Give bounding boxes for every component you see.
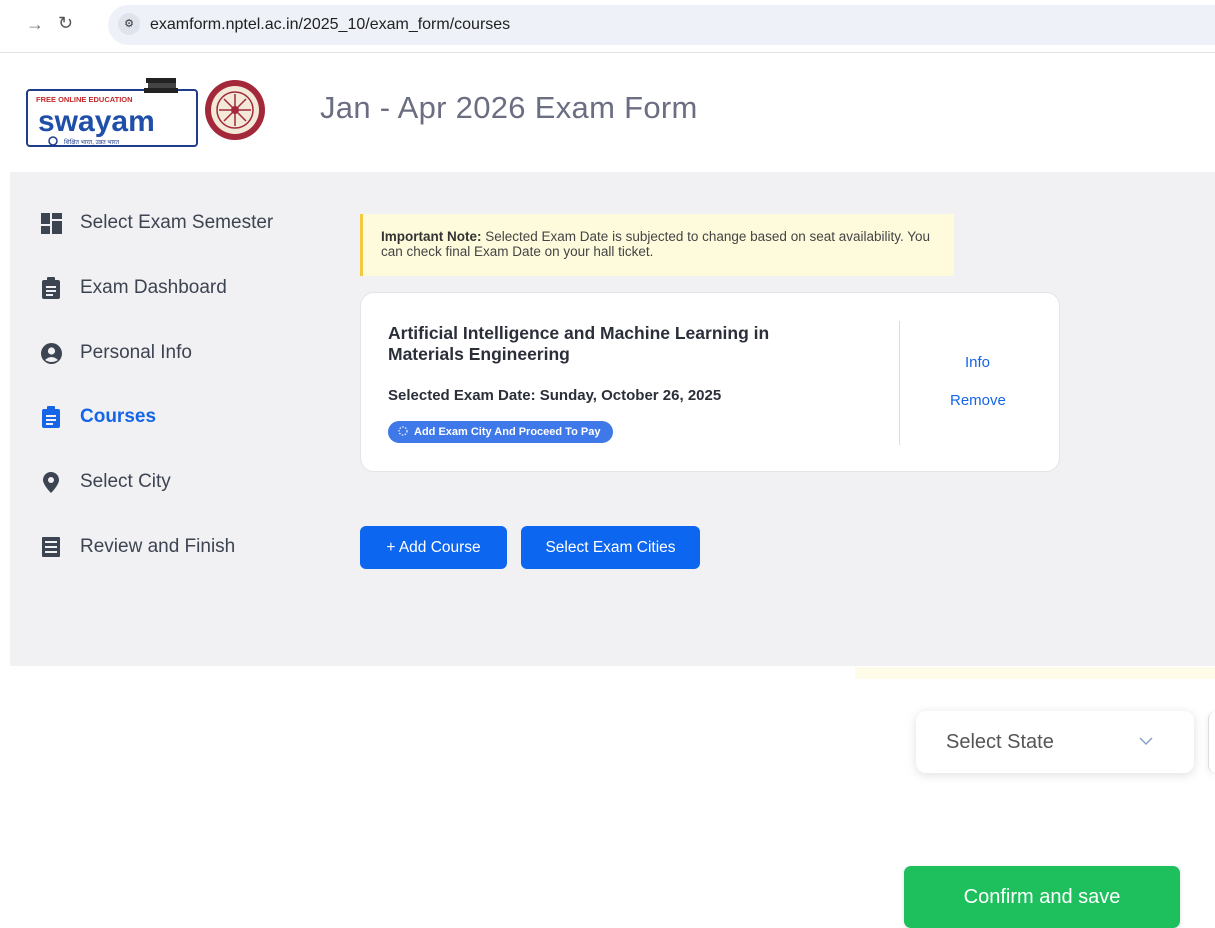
svg-text:शिक्षित भारत, उन्नत भारत: शिक्षित भारत, उन्नत भारत <box>64 138 120 146</box>
note-label: Important Note: <box>381 229 482 244</box>
sidebar-item-label: Select City <box>80 471 171 492</box>
state-select-placeholder: Select State <box>946 730 1054 753</box>
exam-date: Selected Exam Date: Sunday, October 26, … <box>388 387 722 404</box>
sidebar-item-select-exam-semester[interactable]: Select Exam Semester <box>40 212 273 234</box>
page-title: Jan - Apr 2026 Exam Form <box>320 90 698 125</box>
info-link[interactable]: Info <box>965 354 990 371</box>
remove-link[interactable]: Remove <box>950 392 1006 409</box>
sidebar-item-label: Select Exam Semester <box>80 212 274 233</box>
clipboard-icon <box>40 406 62 428</box>
emblem-logo <box>205 80 265 140</box>
sidebar-item-exam-dashboard[interactable]: Exam Dashboard <box>40 277 227 299</box>
sidebar-item-select-city[interactable]: Select City <box>40 471 171 493</box>
city-select-edge[interactable] <box>1208 711 1215 773</box>
confirm-and-save-button[interactable]: Confirm and save <box>904 866 1180 928</box>
course-card: Artificial Intelligence and Machine Lear… <box>360 292 1060 472</box>
sidebar-item-courses[interactable]: Courses <box>40 406 156 428</box>
important-note: Important Note: Selected Exam Date is su… <box>360 214 954 276</box>
sidebar-item-label: Exam Dashboard <box>80 277 227 298</box>
url-text[interactable]: examform.nptel.ac.in/2025_10/exam_form/c… <box>150 16 510 34</box>
site-info-icon[interactable]: ⚙ <box>118 13 140 35</box>
receipt-icon <box>40 536 62 558</box>
chevron-down-icon <box>1138 733 1154 751</box>
sidebar-item-label: Courses <box>80 406 157 427</box>
swayam-logo: FREE ONLINE EDUCATION swayam शिक्षित भार… <box>26 78 198 147</box>
svg-text:swayam: swayam <box>38 105 155 138</box>
sidebar-item-review-and-finish[interactable]: Review and Finish <box>40 536 235 558</box>
select-exam-cities-button[interactable]: Select Exam Cities <box>521 526 700 569</box>
location-pin-icon <box>40 471 62 493</box>
user-circle-icon <box>40 342 62 364</box>
sidebar-item-label: Personal Info <box>80 342 192 363</box>
dashboard-grid-icon <box>40 212 62 234</box>
browser-toolbar: → ↻ ⚙ examform.nptel.ac.in/2025_10/exam_… <box>0 0 1215 52</box>
status-badge-label: Add Exam City And Proceed To Pay <box>414 426 601 438</box>
course-title: Artificial Intelligence and Machine Lear… <box>388 323 770 364</box>
forward-arrow-icon[interactable]: → <box>26 14 44 35</box>
note-strip <box>855 667 1215 679</box>
address-bar[interactable]: ⚙ examform.nptel.ac.in/2025_10/exam_form… <box>108 5 1215 45</box>
state-select[interactable]: Select State <box>916 711 1194 773</box>
toolbar-divider <box>0 52 1215 53</box>
clipboard-icon <box>40 277 62 299</box>
add-course-button[interactable]: + Add Course <box>360 526 507 569</box>
sidebar-item-personal-info[interactable]: Personal Info <box>40 342 192 364</box>
sidebar-item-label: Review and Finish <box>80 536 236 557</box>
spinner-icon <box>398 425 408 439</box>
status-badge: Add Exam City And Proceed To Pay <box>388 421 614 443</box>
reload-icon[interactable]: ↻ <box>58 13 73 34</box>
card-divider <box>899 321 900 445</box>
svg-text:FREE ONLINE EDUCATION: FREE ONLINE EDUCATION <box>36 95 133 104</box>
main-panel: Select Exam Semester Exam Dashboard Pers… <box>10 172 1215 666</box>
